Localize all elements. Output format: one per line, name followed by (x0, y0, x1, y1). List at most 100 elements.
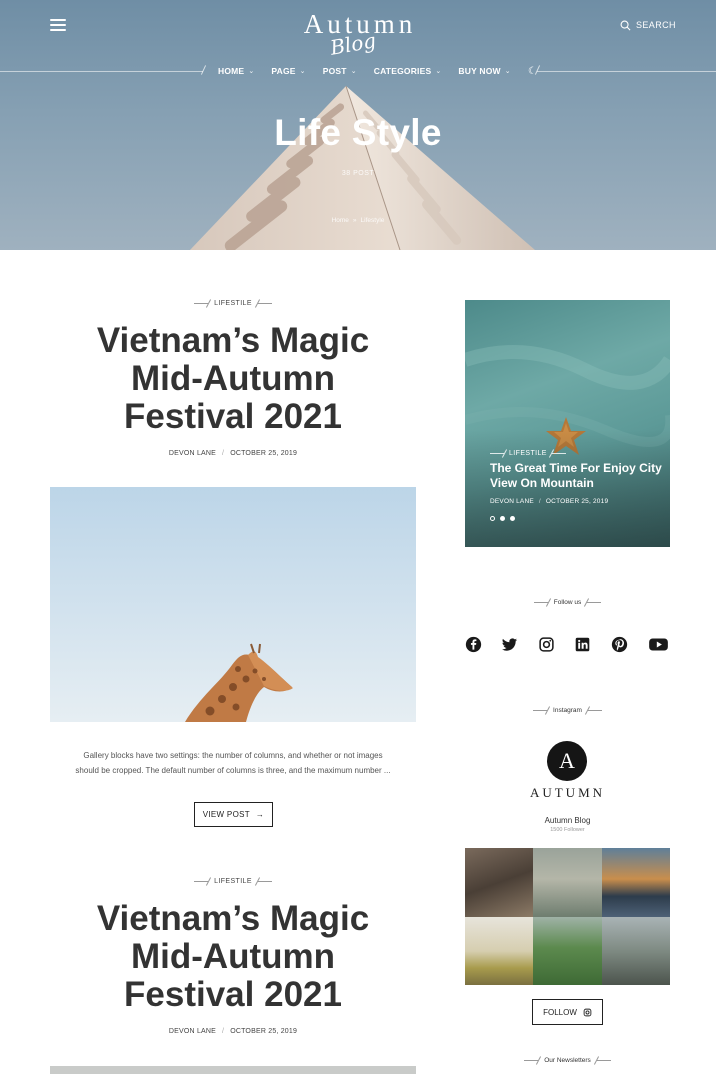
widget-title-label: Instagram (553, 706, 582, 714)
follow-widget-title: Follow us (465, 597, 670, 607)
nav-item-page[interactable]: PAGE ⌄ (271, 66, 305, 76)
nav-item-categories[interactable]: CATEGORIES ⌄ (374, 66, 442, 76)
chevron-down-icon: ⌄ (350, 68, 357, 75)
divider-line (194, 880, 209, 882)
divider-line (551, 453, 566, 454)
view-post-label: VIEW POST (202, 810, 250, 819)
linkedin-icon[interactable] (574, 636, 591, 653)
instagram-icon (583, 1008, 592, 1016)
post-count: 38 POST (341, 170, 375, 177)
avatar-letter: A (559, 748, 575, 773)
follow-label: FOLLOW (543, 1007, 577, 1017)
meta-separator: / (222, 450, 225, 457)
post-image[interactable] (50, 1066, 416, 1074)
featured-slider[interactable]: LIFESTILE The Great Time For Enjoy City … (465, 300, 670, 547)
slider-category-label[interactable]: LIFESTILE (509, 450, 547, 457)
instagram-follower-count: 1500 Follower (550, 827, 585, 833)
post-date: OCTOBER 25, 2019 (230, 1028, 298, 1035)
instagram-account-name[interactable]: Autumn Blog (465, 816, 670, 825)
divider-line (587, 709, 602, 711)
divider-line (524, 1059, 539, 1061)
breadcrumb-home[interactable]: Home (332, 217, 349, 224)
widget-title-label: Follow us (553, 598, 582, 606)
divider-line (490, 453, 504, 454)
post-title[interactable]: Vietnam’s Magic Mid-Autumn Festival 2021 (50, 900, 416, 1014)
slider-dot[interactable] (500, 516, 505, 521)
divider-line (194, 302, 209, 304)
meta-separator: / (538, 498, 541, 505)
facebook-icon[interactable] (465, 636, 482, 653)
social-links (465, 634, 670, 654)
youtube-icon[interactable] (647, 636, 670, 653)
post-meta: DEVON LANE / OCTOBER 25, 2019 (50, 450, 416, 457)
meta-separator: / (222, 1028, 225, 1035)
post-title[interactable]: Vietnam’s Magic Mid-Autumn Festival 2021 (50, 322, 416, 436)
view-post-button[interactable]: VIEW POST → (194, 802, 273, 827)
breadcrumb-separator: » (352, 217, 357, 224)
post-card: LIFESTILE Vietnam’s Magic Mid-Autumn Fes… (50, 298, 416, 458)
pinterest-icon[interactable] (611, 636, 628, 653)
nav-label: PAGE (271, 66, 296, 76)
breadcrumb-current: Lifestyle (360, 217, 385, 224)
post-author[interactable]: DEVON LANE (169, 1028, 216, 1035)
follow-button[interactable]: FOLLOW (532, 999, 603, 1025)
search-button[interactable]: SEARCH (620, 18, 676, 32)
chevron-down-icon: ⌄ (299, 68, 306, 75)
post-category: LIFESTILE (50, 298, 416, 308)
instagram-photo[interactable] (601, 916, 670, 985)
divider-line (257, 880, 272, 882)
nav-label: HOME (218, 66, 245, 76)
slider-meta: DEVON LANE / OCTOBER 25, 2019 (490, 498, 608, 505)
slider-title[interactable]: The Great Time For Enjoy City View On Mo… (490, 461, 665, 491)
post-author[interactable]: DEVON LANE (169, 450, 216, 457)
main-nav: HOME ⌄ PAGE ⌄ POST ⌄ CATEGORIES ⌄ BUY NOW ⌄ ☾ (218, 64, 537, 78)
widget-title-label: Our Newsletters (544, 1056, 591, 1064)
nav-label: CATEGORIES (373, 66, 432, 76)
excerpt-line: should be cropped. The default number of… (75, 766, 391, 775)
page-title: Life Style (274, 112, 442, 153)
chevron-down-icon: ⌄ (435, 68, 442, 75)
post-excerpt: Gallery blocks have two settings: the nu… (50, 748, 416, 778)
instagram-photo[interactable] (601, 848, 670, 917)
top-bar: Autumn Blog SEARCH (0, 0, 716, 72)
nav-divider-right (537, 71, 716, 72)
post-title-line: Mid-Autumn (130, 359, 336, 398)
menu-icon[interactable] (50, 19, 66, 31)
newsletter-widget-title: Our Newsletters (465, 1055, 670, 1065)
instagram-photo[interactable] (533, 916, 602, 985)
twitter-icon[interactable] (501, 636, 518, 653)
slider-author[interactable]: DEVON LANE (490, 498, 534, 505)
nav-divider-left (0, 71, 203, 72)
nav-item-post[interactable]: POST ⌄ (323, 66, 357, 76)
category-link[interactable]: LIFESTILE (214, 878, 252, 885)
chevron-down-icon: ⌄ (248, 68, 255, 75)
nav-label: POST (322, 66, 347, 76)
divider-line (596, 1059, 611, 1061)
slider-pagination (490, 516, 515, 521)
slider-dot[interactable] (510, 516, 515, 521)
category-link[interactable]: LIFESTILE (214, 300, 252, 307)
divider-line (587, 601, 602, 603)
avatar[interactable]: A (547, 741, 587, 781)
instagram-photo[interactable] (465, 848, 534, 917)
instagram-photo[interactable] (533, 848, 602, 917)
dark-mode-toggle-icon[interactable]: ☾ (528, 66, 537, 77)
slider-category: LIFESTILE (490, 450, 566, 457)
nav-item-buy-now[interactable]: BUY NOW ⌄ (458, 66, 510, 76)
chevron-down-icon: ⌄ (504, 68, 511, 75)
instagram-icon[interactable] (538, 636, 555, 653)
nav-item-home[interactable]: HOME ⌄ (218, 66, 254, 76)
post-image-giraffe[interactable] (50, 487, 416, 722)
search-icon (620, 20, 631, 30)
excerpt-line: Gallery blocks have two settings: the nu… (83, 751, 383, 760)
post-title-line: Festival 2021 (124, 975, 342, 1014)
site-logo[interactable]: Autumn Blog (300, 10, 420, 60)
instagram-photo[interactable] (465, 916, 534, 985)
slider-dot[interactable] (490, 516, 495, 521)
post-card: LIFESTILE Vietnam’s Magic Mid-Autumn Fes… (50, 876, 416, 1036)
post-title-line: Vietnam’s Magic (96, 899, 370, 938)
instagram-grid (465, 848, 670, 985)
post-category: LIFESTILE (50, 876, 416, 886)
divider-line (257, 302, 272, 304)
post-meta: DEVON LANE / OCTOBER 25, 2019 (50, 1028, 416, 1035)
